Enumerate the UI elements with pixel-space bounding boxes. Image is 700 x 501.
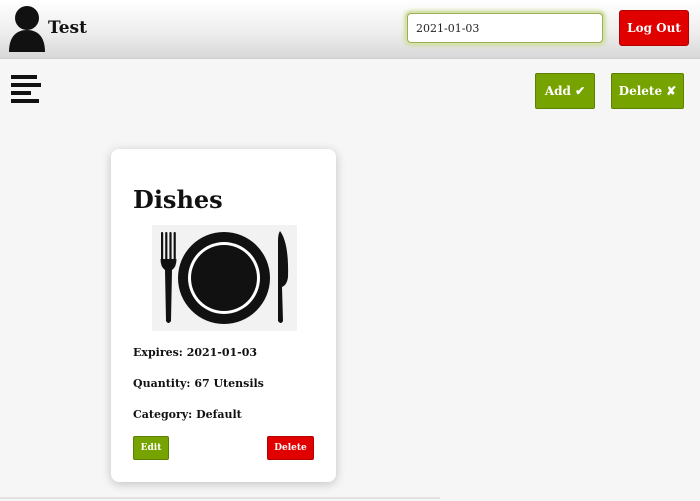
app-header: Test Log Out (0, 0, 700, 59)
username-label: Test (48, 18, 87, 38)
date-input[interactable] (407, 13, 603, 43)
item-name: Dishes (133, 185, 223, 214)
logout-button[interactable]: Log Out (619, 10, 689, 46)
add-button[interactable]: Add ✔ (535, 73, 595, 109)
delete-button[interactable]: Delete ✘ (611, 73, 684, 109)
item-quantity: Quantity: 67 Utensils (133, 377, 264, 390)
item-category: Category: Default (133, 408, 242, 421)
item-expires: Expires: 2021-01-03 (133, 346, 258, 359)
item-card: Dishes Expires: 2021-01-03 Quantity: 67 … (111, 149, 336, 482)
page-divider (0, 497, 440, 499)
delete-item-button[interactable]: Delete (267, 436, 314, 460)
item-image (152, 225, 297, 331)
user-avatar-icon (9, 6, 45, 52)
hamburger-menu-icon[interactable] (11, 75, 41, 105)
edit-item-button[interactable]: Edit (133, 436, 169, 460)
plate-with-fork-and-knife-icon (160, 231, 289, 324)
